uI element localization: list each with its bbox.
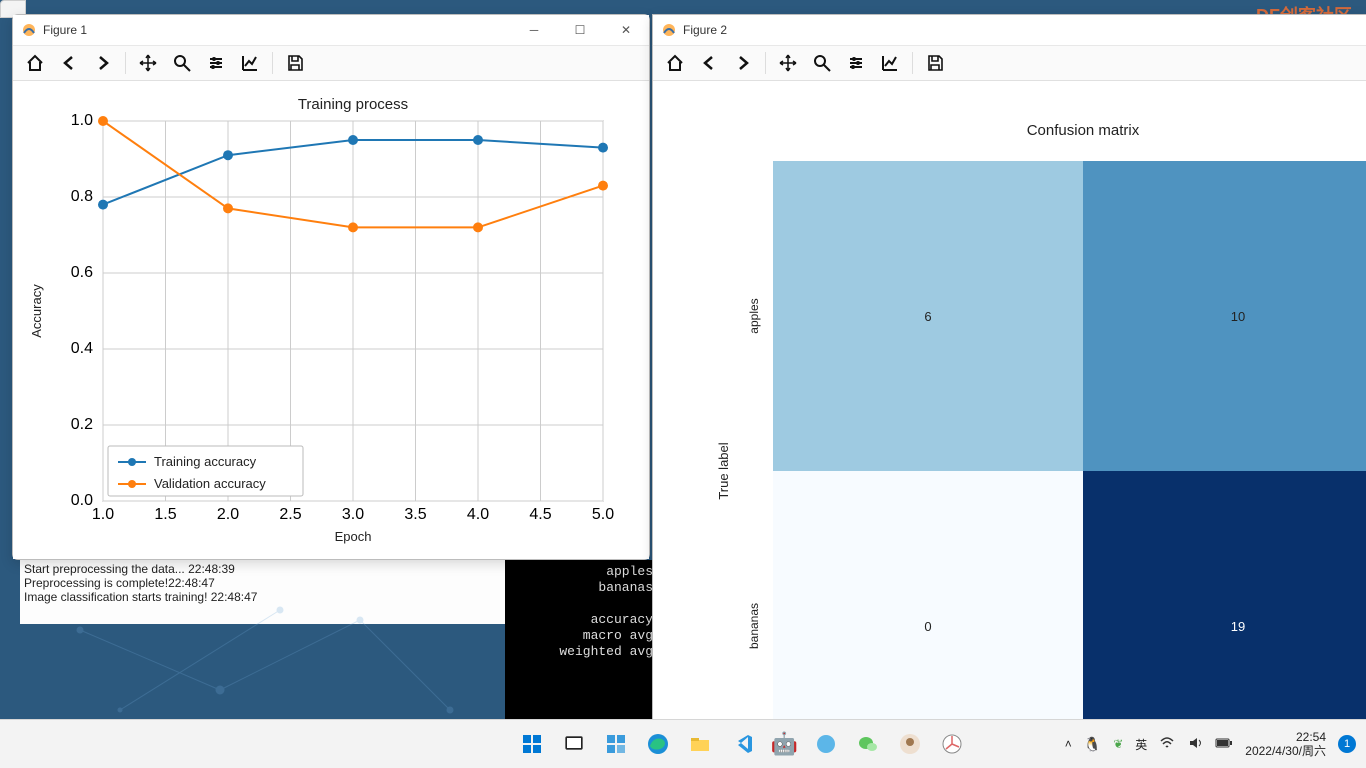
y-axis-label: Accuracy <box>29 284 44 338</box>
heatmap-cell <box>1083 471 1366 721</box>
svg-text:1.5: 1.5 <box>154 506 176 523</box>
home-icon[interactable] <box>663 51 687 75</box>
svg-text:0.0: 0.0 <box>71 492 93 509</box>
data-point <box>223 203 233 213</box>
wechat-icon[interactable] <box>850 726 886 762</box>
matplotlib-app-icon[interactable] <box>934 726 970 762</box>
figure2-titlebar[interactable]: Figure 2 <box>653 15 1366 46</box>
figure1-title: Figure 1 <box>43 23 87 37</box>
data-point <box>598 181 608 191</box>
decorative-network <box>20 560 650 720</box>
svg-text:0.2: 0.2 <box>71 416 93 433</box>
figure1-window: Figure 1 ─ ☐ ✕ Training process 1.0 1.5 2.0… <box>12 14 650 560</box>
save-icon[interactable] <box>923 51 947 75</box>
heatmap-cell <box>1083 161 1366 471</box>
zoom-icon[interactable] <box>810 51 834 75</box>
wifi-icon[interactable] <box>1159 735 1175 754</box>
notification-badge[interactable]: 1 <box>1338 735 1356 753</box>
svg-text:2.0: 2.0 <box>217 506 239 523</box>
taskbar[interactable]: 🤖 ˄ 🐧 ❦ 英 22:54 2022/4/30/周六 1 <box>0 719 1366 768</box>
close-button[interactable]: ✕ <box>603 15 649 45</box>
home-icon[interactable] <box>23 51 47 75</box>
figure2-window: Figure 2 Confusion matrix 6 10 0 19 True labe… <box>652 14 1366 722</box>
figure2-chart: Confusion matrix 6 10 0 19 True label apples ba… <box>653 81 1366 721</box>
svg-text:1.0: 1.0 <box>71 112 93 129</box>
maximize-button[interactable]: ☐ <box>557 15 603 45</box>
configure-icon[interactable] <box>204 51 228 75</box>
svg-text:3.0: 3.0 <box>342 506 364 523</box>
edit-axes-icon[interactable] <box>238 51 262 75</box>
svg-text:2.5: 2.5 <box>279 506 301 523</box>
figure1-chart: Training process 1.0 1.5 2.0 2.5 3.0 3.5 4.0 4.5… <box>13 81 649 559</box>
taskbar-clock[interactable]: 22:54 2022/4/30/周六 <box>1245 730 1326 758</box>
svg-text:4.5: 4.5 <box>529 506 551 523</box>
data-point <box>473 222 483 232</box>
zoom-icon[interactable] <box>170 51 194 75</box>
sound-icon[interactable] <box>1187 735 1203 754</box>
data-point <box>473 135 483 145</box>
chart-title: Training process <box>298 96 408 113</box>
pan-icon[interactable] <box>776 51 800 75</box>
start-button[interactable] <box>514 726 550 762</box>
widgets-icon[interactable] <box>598 726 634 762</box>
legend-entry: Validation accuracy <box>154 476 266 491</box>
app-icon <box>661 22 677 38</box>
pan-icon[interactable] <box>136 51 160 75</box>
row-label: bananas <box>747 603 761 649</box>
svg-text:5.0: 5.0 <box>592 506 614 523</box>
battery-icon[interactable] <box>1215 737 1233 752</box>
heatmap-value: 6 <box>924 309 931 324</box>
configure-icon[interactable] <box>844 51 868 75</box>
svg-text:0.4: 0.4 <box>71 340 93 357</box>
heatmap-value: 19 <box>1231 619 1245 634</box>
task-view-icon[interactable] <box>556 726 592 762</box>
svg-text:0.6: 0.6 <box>71 264 93 281</box>
file-explorer-icon[interactable] <box>682 726 718 762</box>
figure1-titlebar[interactable]: Figure 1 ─ ☐ ✕ <box>13 15 649 46</box>
system-tray[interactable]: ˄ 🐧 ❦ 英 22:54 2022/4/30/周六 1 <box>1055 730 1366 758</box>
edit-axes-icon[interactable] <box>878 51 902 75</box>
robot-app-icon[interactable]: 🤖 <box>766 726 802 762</box>
avatar-app-icon[interactable] <box>892 726 928 762</box>
svg-text:4.0: 4.0 <box>467 506 489 523</box>
vscode-icon[interactable] <box>724 726 760 762</box>
y-axis-label: True label <box>716 442 731 499</box>
taskbar-center: 🤖 <box>430 726 1055 762</box>
forward-icon[interactable] <box>731 51 755 75</box>
data-point <box>98 200 108 210</box>
data-point <box>98 116 108 126</box>
figure2-toolbar <box>653 46 1366 81</box>
chevron-up-icon[interactable]: ˄ <box>1065 737 1072 751</box>
data-point <box>223 150 233 160</box>
svg-text:1.0: 1.0 <box>92 506 114 523</box>
qq-icon[interactable]: 🐧 <box>1084 736 1101 753</box>
back-icon[interactable] <box>57 51 81 75</box>
svg-text:0.8: 0.8 <box>71 188 93 205</box>
globe-app-icon[interactable] <box>808 726 844 762</box>
back-icon[interactable] <box>697 51 721 75</box>
svg-text:3.5: 3.5 <box>404 506 426 523</box>
heatmap-value: 0 <box>924 619 931 634</box>
leaf-icon[interactable]: ❦ <box>1113 737 1123 751</box>
edge-icon[interactable] <box>640 726 676 762</box>
save-icon[interactable] <box>283 51 307 75</box>
data-point <box>598 143 608 153</box>
chart-title: Confusion matrix <box>1027 122 1140 139</box>
data-point <box>348 222 358 232</box>
heatmap-cell <box>773 471 1083 721</box>
forward-icon[interactable] <box>91 51 115 75</box>
ime-indicator[interactable]: 英 <box>1135 736 1147 753</box>
row-label: apples <box>747 298 761 333</box>
x-axis-label: Epoch <box>335 529 372 544</box>
figure2-title: Figure 2 <box>683 23 727 37</box>
app-icon <box>21 22 37 38</box>
data-point <box>348 135 358 145</box>
minimize-button[interactable]: ─ <box>511 15 557 45</box>
figure1-toolbar <box>13 46 649 81</box>
heatmap-value: 10 <box>1231 309 1245 324</box>
legend-entry: Training accuracy <box>154 454 257 469</box>
